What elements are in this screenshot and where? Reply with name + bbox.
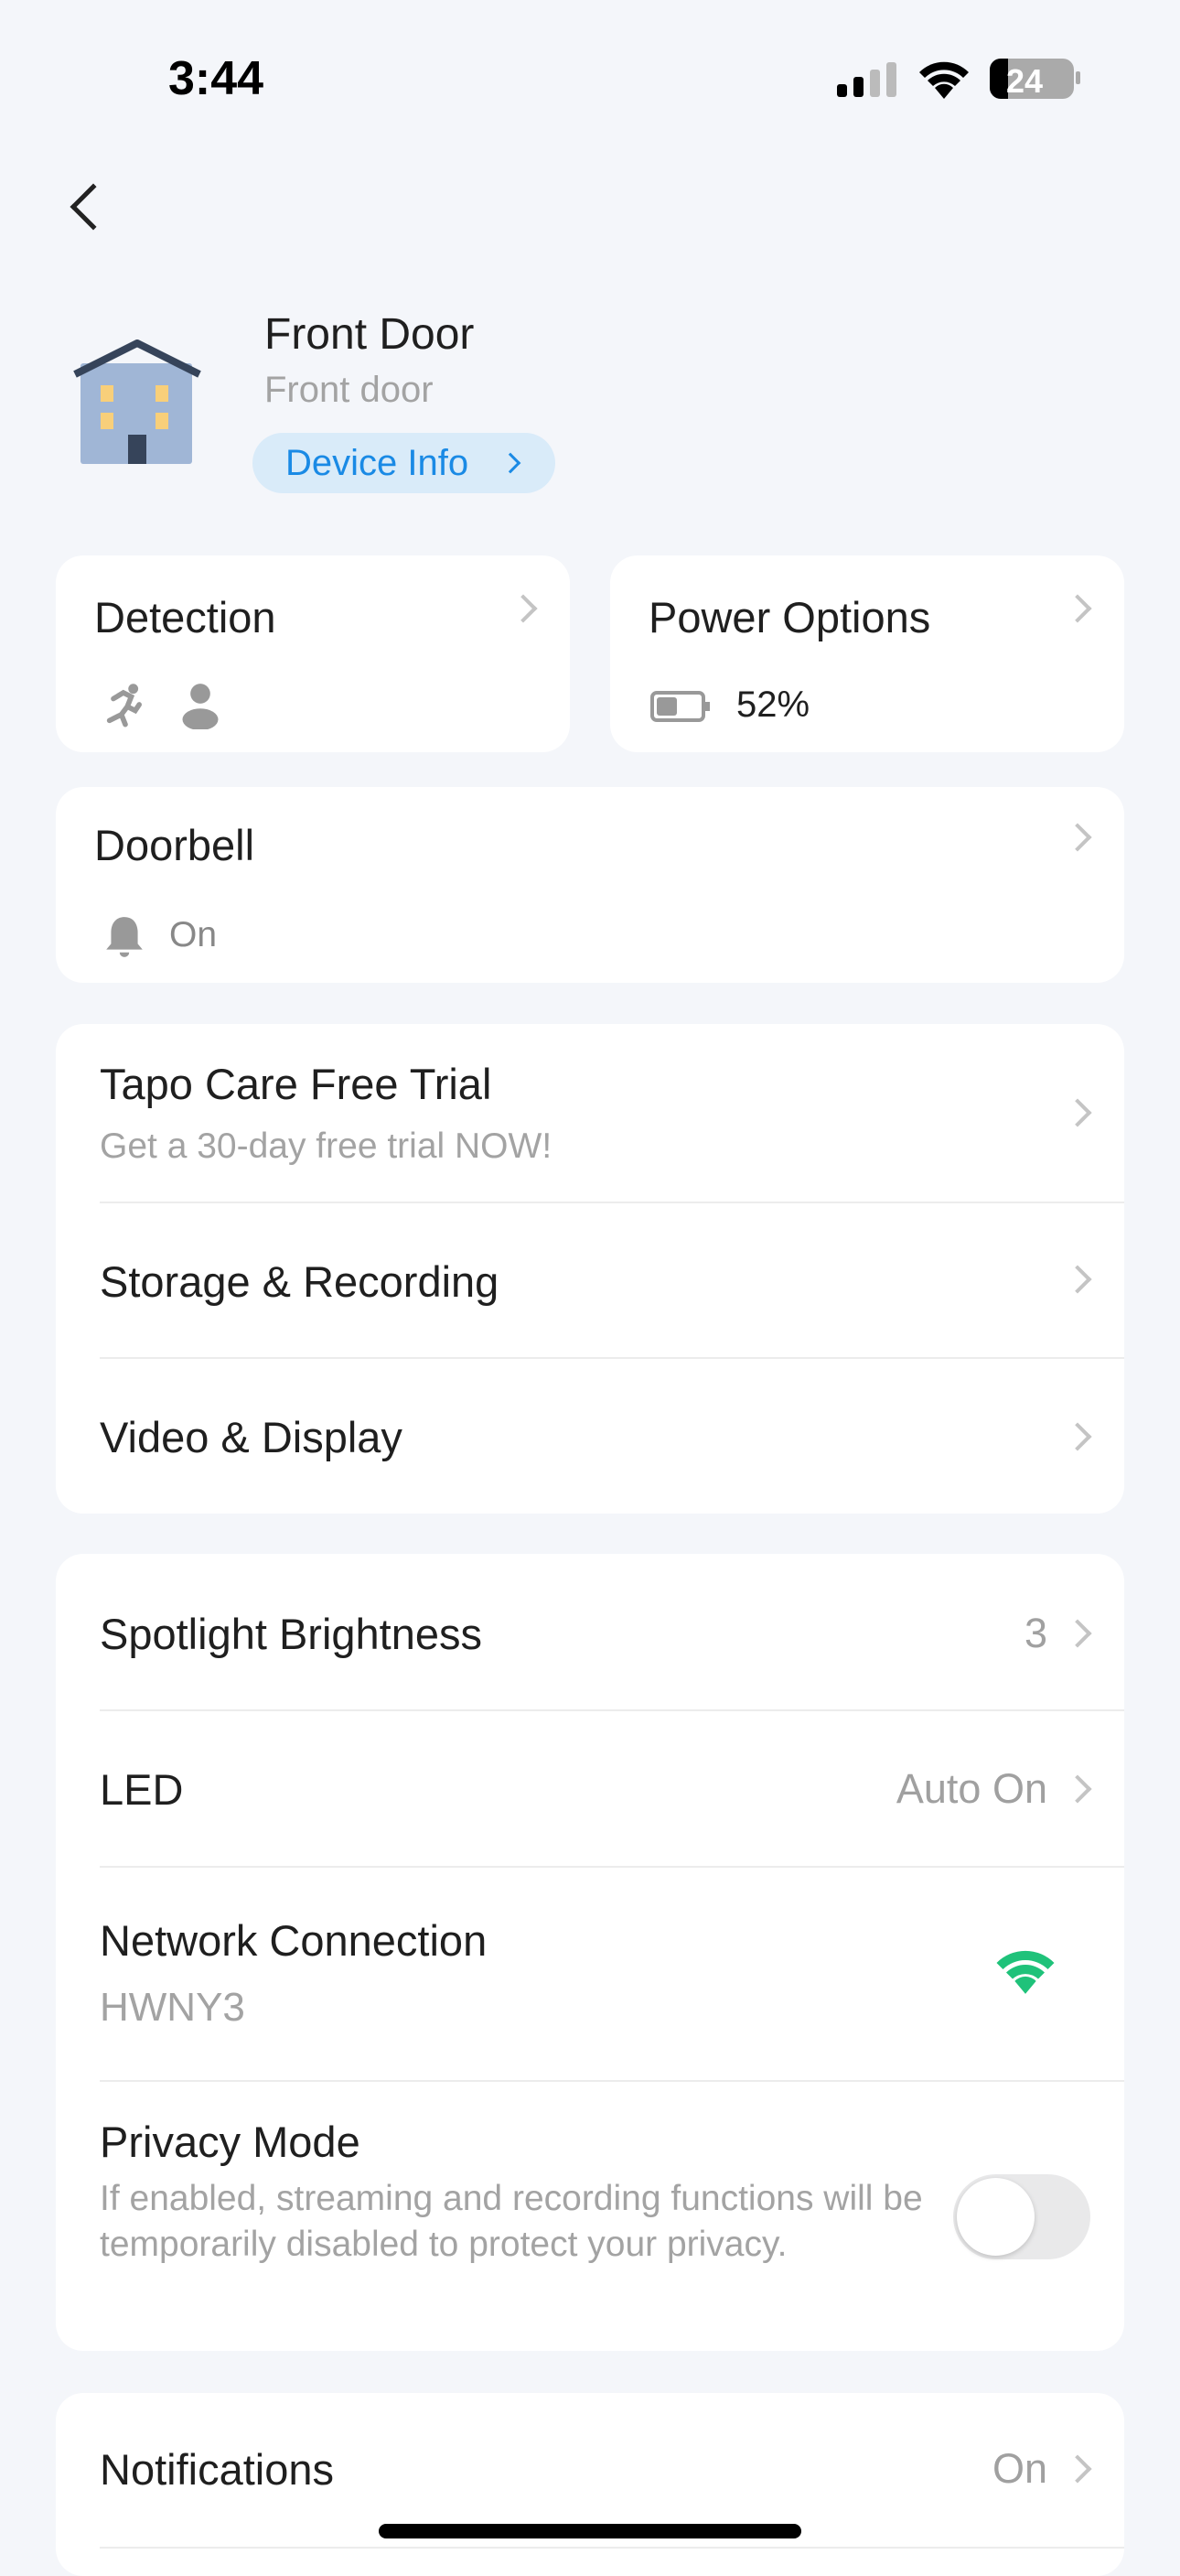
service-settings-group: Tapo Care Free Trial Get a 30-day free t… <box>56 1024 1124 1514</box>
network-connection-label: Network Connection <box>100 1916 488 1965</box>
led-label: LED <box>100 1765 184 1814</box>
privacy-mode-toggle[interactable] <box>953 2174 1090 2259</box>
device-settings-group: Spotlight Brightness 3 LED Auto On Netwo… <box>56 1554 1124 2351</box>
chevron-right-icon <box>1063 1098 1092 1127</box>
chevron-right-icon <box>499 452 521 474</box>
doorbell-label: Doorbell <box>94 821 255 869</box>
privacy-mode-label: Privacy Mode <box>100 2118 360 2166</box>
tapo-care-row[interactable]: Tapo Care Free Trial Get a 30-day free t… <box>56 1024 1124 1202</box>
network-ssid: HWNY3 <box>100 1985 245 2030</box>
led-value: Auto On <box>896 1765 1047 1812</box>
motion-detection-icon <box>106 684 142 728</box>
device-battery-icon <box>650 691 710 722</box>
detection-card[interactable]: Detection <box>56 555 570 752</box>
battery-level: 24 <box>1006 62 1044 99</box>
chevron-right-icon <box>1063 594 1092 623</box>
power-options-card[interactable]: Power Options 52% <box>610 555 1124 752</box>
chevron-right-icon <box>509 594 538 623</box>
back-button[interactable] <box>62 179 117 234</box>
device-info-button[interactable]: Device Info <box>252 433 555 493</box>
storage-recording-row[interactable]: Storage & Recording <box>56 1203 1124 1357</box>
wifi-icon <box>919 61 969 99</box>
chevron-right-icon <box>1063 1774 1092 1804</box>
notifications-label: Notifications <box>100 2445 334 2494</box>
power-options-label: Power Options <box>649 593 931 641</box>
chevron-left-icon <box>70 183 117 231</box>
chevron-right-icon <box>1063 1619 1092 1648</box>
chevron-right-icon <box>1063 1265 1092 1294</box>
chevron-right-icon <box>1063 823 1092 852</box>
led-row[interactable]: LED Auto On <box>56 1711 1124 1866</box>
network-connection-row[interactable]: Network Connection HWNY3 <box>56 1868 1124 2080</box>
device-info-label: Device Info <box>285 443 469 483</box>
spotlight-brightness-row[interactable]: Spotlight Brightness 3 <box>56 1554 1124 1709</box>
spotlight-brightness-label: Spotlight Brightness <box>100 1610 483 1658</box>
tapo-care-subtitle: Get a 30-day free trial NOW! <box>100 1126 552 1166</box>
battery-icon: 24 <box>990 59 1074 99</box>
device-name: Front Door <box>264 310 475 359</box>
video-display-row[interactable]: Video & Display <box>56 1359 1124 1514</box>
chevron-right-icon <box>1063 2454 1092 2484</box>
storage-recording-label: Storage & Recording <box>100 1257 499 1306</box>
detection-label: Detection <box>94 593 276 641</box>
doorbell-card[interactable]: Doorbell On <box>56 787 1124 983</box>
privacy-mode-description: If enabled, streaming and recording func… <box>100 2179 923 2264</box>
status-time: 3:44 <box>168 52 264 105</box>
cellular-signal-icon <box>837 62 897 97</box>
chevron-right-icon <box>1063 1422 1092 1451</box>
wifi-signal-icon <box>996 1950 1055 1994</box>
house-icon <box>73 340 201 464</box>
home-indicator[interactable] <box>379 2524 801 2538</box>
video-display-label: Video & Display <box>100 1413 402 1461</box>
device-location: Front door <box>264 370 434 410</box>
notifications-value: On <box>992 2445 1047 2492</box>
battery-percent: 52% <box>736 684 810 725</box>
notifications-group: Notifications On <box>56 2393 1124 2576</box>
tapo-care-label: Tapo Care Free Trial <box>100 1060 492 1108</box>
privacy-mode-row: Privacy Mode If enabled, streaming and r… <box>56 2082 1124 2351</box>
doorbell-status: On <box>169 915 218 954</box>
spotlight-brightness-value: 3 <box>1024 1610 1047 1656</box>
person-detection-icon <box>182 684 219 729</box>
bell-icon <box>106 917 143 957</box>
